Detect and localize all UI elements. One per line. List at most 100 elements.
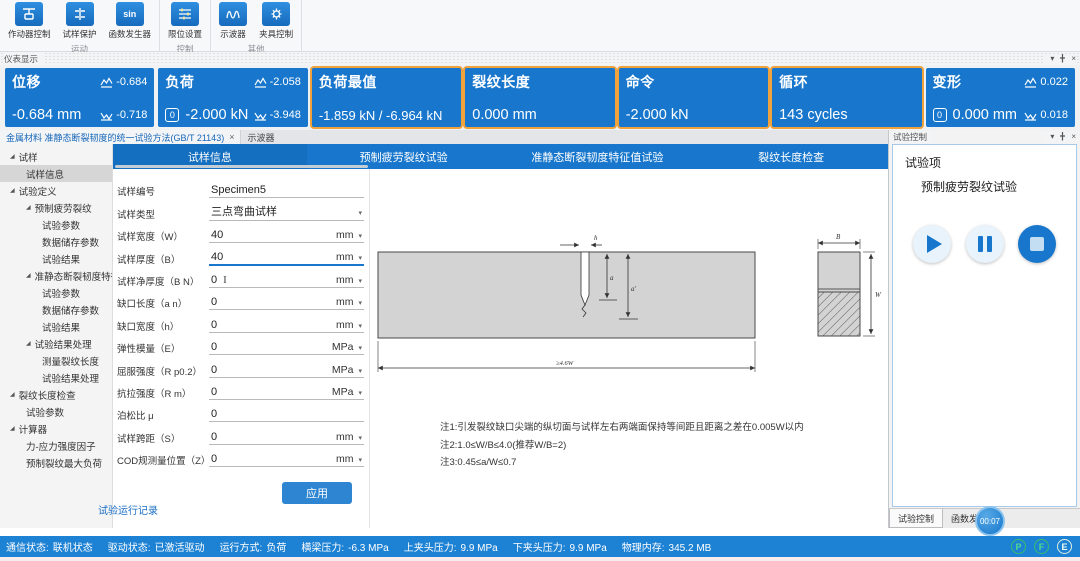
tree-item-specimen-info[interactable]: 试样信息 <box>0 165 112 182</box>
gauge-peak-value: -0.684 <box>116 76 148 88</box>
function-generator-button[interactable]: sin 函数发生器 <box>107 1 154 41</box>
tab-crack-length-check[interactable]: 裂纹长度检查 <box>694 144 888 169</box>
pause-button[interactable] <box>965 225 1004 263</box>
tree-item-test-params[interactable]: 试验参数 <box>0 403 112 420</box>
limit-settings-button[interactable]: 限位设置 <box>166 1 204 41</box>
close-tab-icon[interactable]: × <box>229 132 234 142</box>
collapse-icon[interactable]: ▾ <box>1050 132 1054 141</box>
tree-item-result-processing-child[interactable]: 试验结果处理 <box>0 369 112 386</box>
test-run-log-link[interactable]: 试验运行记录 <box>98 502 158 517</box>
expander-icon[interactable]: ◢ <box>26 272 31 279</box>
chevron-down-icon[interactable]: ▾ <box>358 232 362 240</box>
ribbon-toolbar: 作动器控制 试样保护 sin 函数发生器 运动 限位设置 控制 示波器 夹具控制… <box>0 0 1080 54</box>
tree-item-test-definition[interactable]: ◢ 试验定义 <box>0 182 112 199</box>
net-thickness-field[interactable]: 0 Imm ▾ <box>209 274 364 288</box>
expander-icon[interactable]: ◢ <box>26 340 31 347</box>
tree-item-data-storage-params[interactable]: 数据储存参数 <box>0 301 112 318</box>
tree-item-test-results[interactable]: 试验结果 <box>0 250 112 267</box>
gauge-crack-length[interactable]: 裂纹长度 0.000 mm <box>465 68 615 127</box>
expander-icon[interactable]: ◢ <box>26 204 31 211</box>
gauge-name: 裂纹长度 <box>472 74 531 90</box>
yield-strength-field[interactable]: 0 MPa ▾ <box>209 364 364 378</box>
cod-gauge-position-field[interactable]: 0 mm ▾ <box>209 453 364 468</box>
span-field[interactable]: 0 mm ▾ <box>209 431 364 445</box>
field-label: 抗拉强度（R m） <box>117 388 192 400</box>
tensile-strength-field[interactable]: 0 MPa ▾ <box>209 386 364 400</box>
form-row: 泊松比 μ 0 <box>117 403 364 425</box>
specimen-protect-button[interactable]: 试样保护 <box>61 1 99 41</box>
expander-icon[interactable]: ◢ <box>10 425 15 432</box>
start-button[interactable] <box>913 225 951 263</box>
specimen-type-select[interactable]: 三点弯曲试样 ▾ <box>209 203 364 221</box>
unit-label: MPa <box>331 385 354 398</box>
tree-item-force-sif[interactable]: 力-应力强度因子 <box>0 437 112 454</box>
indicator-e-icon[interactable]: E <box>1057 539 1072 554</box>
tab-scroll-indicator[interactable] <box>115 165 368 168</box>
elastic-modulus-field[interactable]: 0 MPa ▾ <box>209 341 364 356</box>
tree-item-specimen[interactable]: ◢ 试样 <box>0 148 112 165</box>
tree-item-calculator[interactable]: ◢ 计算器 <box>0 420 112 437</box>
tree-item-data-storage-params[interactable]: 数据储存参数 <box>0 233 112 250</box>
specimen-width-field[interactable]: 40 mm ▾ <box>209 229 364 244</box>
specimen-drawing: h a a' ≥4.6W B W <box>377 233 882 372</box>
gauge-cycles[interactable]: 循环 143 cycles <box>772 68 922 127</box>
apply-button[interactable]: 应用 <box>282 482 352 505</box>
gauge-command[interactable]: 命令 -2.000 kN <box>618 68 769 127</box>
chevron-down-icon[interactable]: ▾ <box>358 277 362 285</box>
tree-item-precrack[interactable]: ◢ 预制疲劳裂纹 <box>0 199 112 216</box>
tree-item-test-params[interactable]: 试验参数 <box>0 216 112 233</box>
pin-icon[interactable] <box>1059 132 1066 141</box>
doc-tab-oscilloscope[interactable]: 示波器 <box>241 130 280 144</box>
chevron-down-icon[interactable]: ▾ <box>358 344 362 352</box>
gauge-name: 循环 <box>779 74 809 90</box>
tree-item-precrack-max-load[interactable]: 预制裂纹最大负荷 <box>0 454 112 471</box>
tree-item-test-results[interactable]: 试验结果 <box>0 318 112 335</box>
actuator-control-button[interactable]: 作动器控制 <box>6 1 53 41</box>
poisson-ratio-field[interactable]: 0 <box>209 408 364 423</box>
chevron-down-icon[interactable]: ▾ <box>358 299 362 307</box>
specimen-id-field[interactable]: Specimen5 <box>209 184 364 199</box>
gauge-deformation[interactable]: 变形 0.022 0 0.000 mm 0.018 <box>925 68 1075 127</box>
notch-length-field[interactable]: 0 mm ▾ <box>209 296 364 311</box>
tree-item-measure-crack-length[interactable]: 测量裂纹长度 <box>0 352 112 369</box>
chevron-down-icon[interactable]: ▾ <box>358 456 362 464</box>
tree-item-quasistatic-toughness[interactable]: ◢准静态断裂韧度特征值 <box>0 267 112 284</box>
form-row: 缺口长度（a n） 0 mm ▾ <box>117 291 364 313</box>
gauge-displacement[interactable]: 位移 -0.684 -0.684 mm -0.718 <box>5 68 155 127</box>
indicator-f-icon[interactable]: F <box>1034 539 1049 554</box>
expander-icon[interactable]: ◢ <box>10 391 15 398</box>
close-icon[interactable]: × <box>1071 132 1076 141</box>
gauge-valley-value: -3.948 <box>269 109 301 121</box>
indicator-p-icon[interactable]: P <box>1011 539 1026 554</box>
pin-icon[interactable] <box>1059 54 1066 63</box>
notch-width-field[interactable]: 0 mm ▾ <box>209 319 364 333</box>
gauge-peak-value: 0.022 <box>1040 76 1068 88</box>
chevron-down-icon[interactable]: ▾ <box>358 254 362 262</box>
tree-item-result-processing[interactable]: ◢ 试验结果处理 <box>0 335 112 352</box>
chevron-down-icon[interactable]: ▾ <box>358 389 362 397</box>
close-icon[interactable]: × <box>1071 54 1076 63</box>
tab-test-control[interactable]: 试验控制 <box>889 509 944 528</box>
expander-icon[interactable]: ◢ <box>10 153 15 160</box>
chevron-down-icon[interactable]: ▾ <box>358 367 362 375</box>
play-icon <box>926 235 942 253</box>
tab-quasistatic-test[interactable]: 准静态断裂韧度特征值试验 <box>501 144 695 169</box>
collapse-icon[interactable]: ▾ <box>1050 54 1054 63</box>
specimen-thickness-field[interactable]: 40 mm ▾ <box>209 251 364 266</box>
tree-item-crack-length-check[interactable]: ◢ 裂纹长度检查 <box>0 386 112 403</box>
zero-tare-button[interactable]: 0 <box>165 108 180 122</box>
expander-icon[interactable]: ◢ <box>10 187 15 194</box>
zero-tare-button[interactable]: 0 <box>932 108 947 122</box>
fixture-control-button[interactable]: 夹具控制 <box>257 1 295 41</box>
tree-item-test-params[interactable]: 试验参数 <box>0 284 112 301</box>
chevron-down-icon[interactable]: ▾ <box>358 322 362 330</box>
limit-icon <box>171 2 200 26</box>
stop-button[interactable] <box>1018 225 1056 263</box>
gauge-load-extremes[interactable]: 负荷最值 -1.859 kN / -6.964 kN <box>311 68 462 127</box>
doc-tab-gbt21143[interactable]: 金属材料 准静态断裂韧度的统一试验方法(GB/T 21143) × <box>0 130 242 144</box>
specimen-notes: 注1:引发裂纹缺口尖端的纵切面与试样左右两端面保持等间距且距离之差在0.005W… <box>440 419 804 472</box>
chevron-down-icon[interactable]: ▾ <box>358 209 362 217</box>
gauge-load[interactable]: 负荷 -2.058 0 -2.000 kN -3.948 <box>158 68 308 127</box>
chevron-down-icon[interactable]: ▾ <box>358 434 362 442</box>
oscilloscope-button[interactable]: 示波器 <box>217 1 249 41</box>
